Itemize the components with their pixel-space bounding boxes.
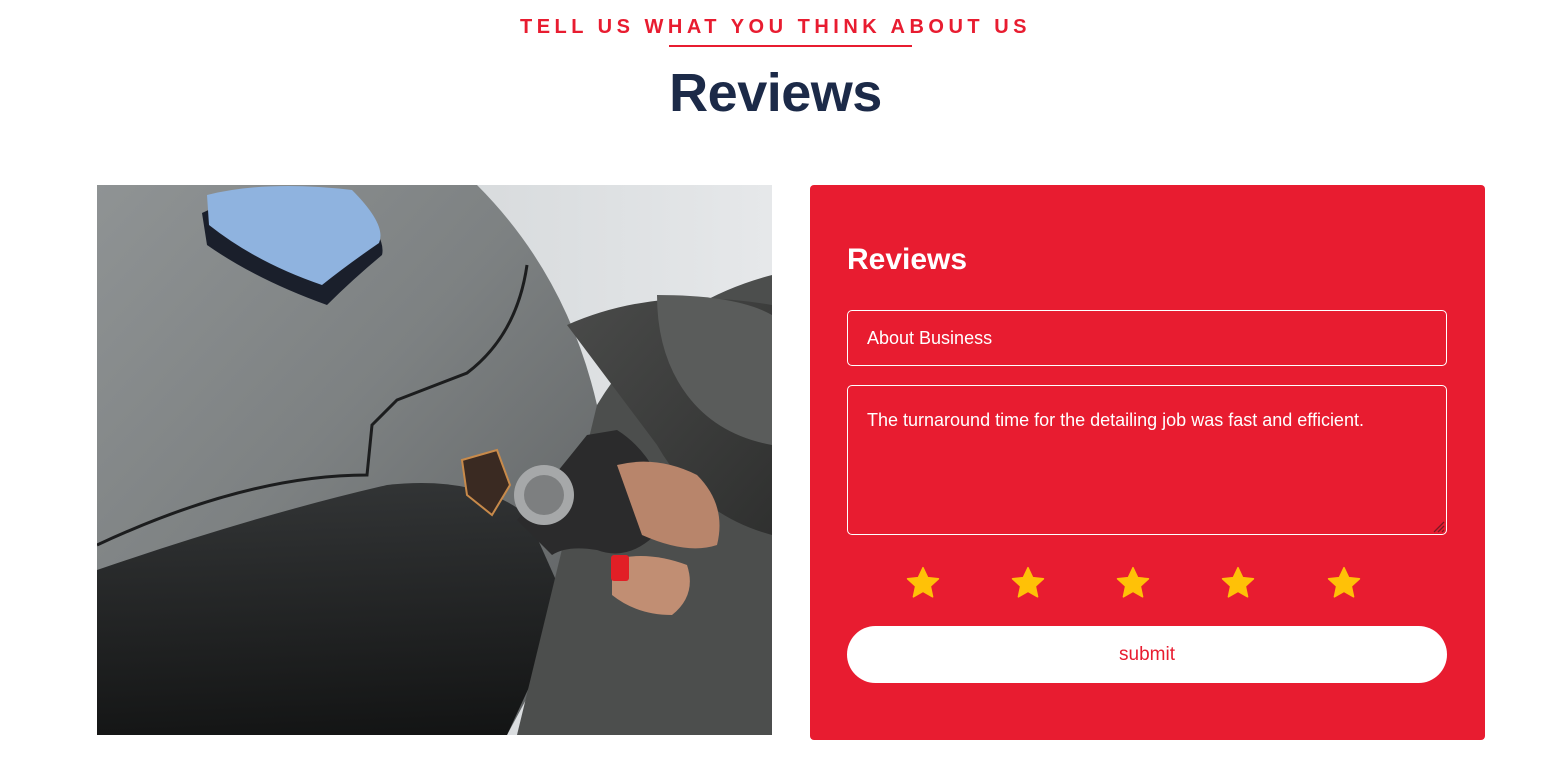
submit-button[interactable]: submit <box>847 626 1447 683</box>
car-detailing-photo <box>97 185 772 735</box>
star-rating <box>847 565 1447 605</box>
review-form-card: Reviews About Business The turnaround ti… <box>810 185 1485 740</box>
star-icon[interactable] <box>1010 565 1046 601</box>
resize-grip-icon[interactable] <box>1431 519 1445 533</box>
star-icon[interactable] <box>1115 565 1151 601</box>
eyebrow-underline <box>669 45 912 47</box>
message-text: The turnaround time for the detailing jo… <box>867 410 1364 430</box>
star-icon[interactable] <box>1326 565 1362 601</box>
page-title: Reviews <box>669 63 882 123</box>
form-title: Reviews <box>847 243 968 276</box>
star-icon[interactable] <box>1220 565 1256 601</box>
section-eyebrow: TELL US WHAT YOU THINK ABOUT US <box>520 16 1031 38</box>
message-textarea[interactable]: The turnaround time for the detailing jo… <box>847 385 1447 535</box>
star-icon[interactable] <box>905 565 941 601</box>
subject-input[interactable]: About Business <box>847 310 1447 366</box>
